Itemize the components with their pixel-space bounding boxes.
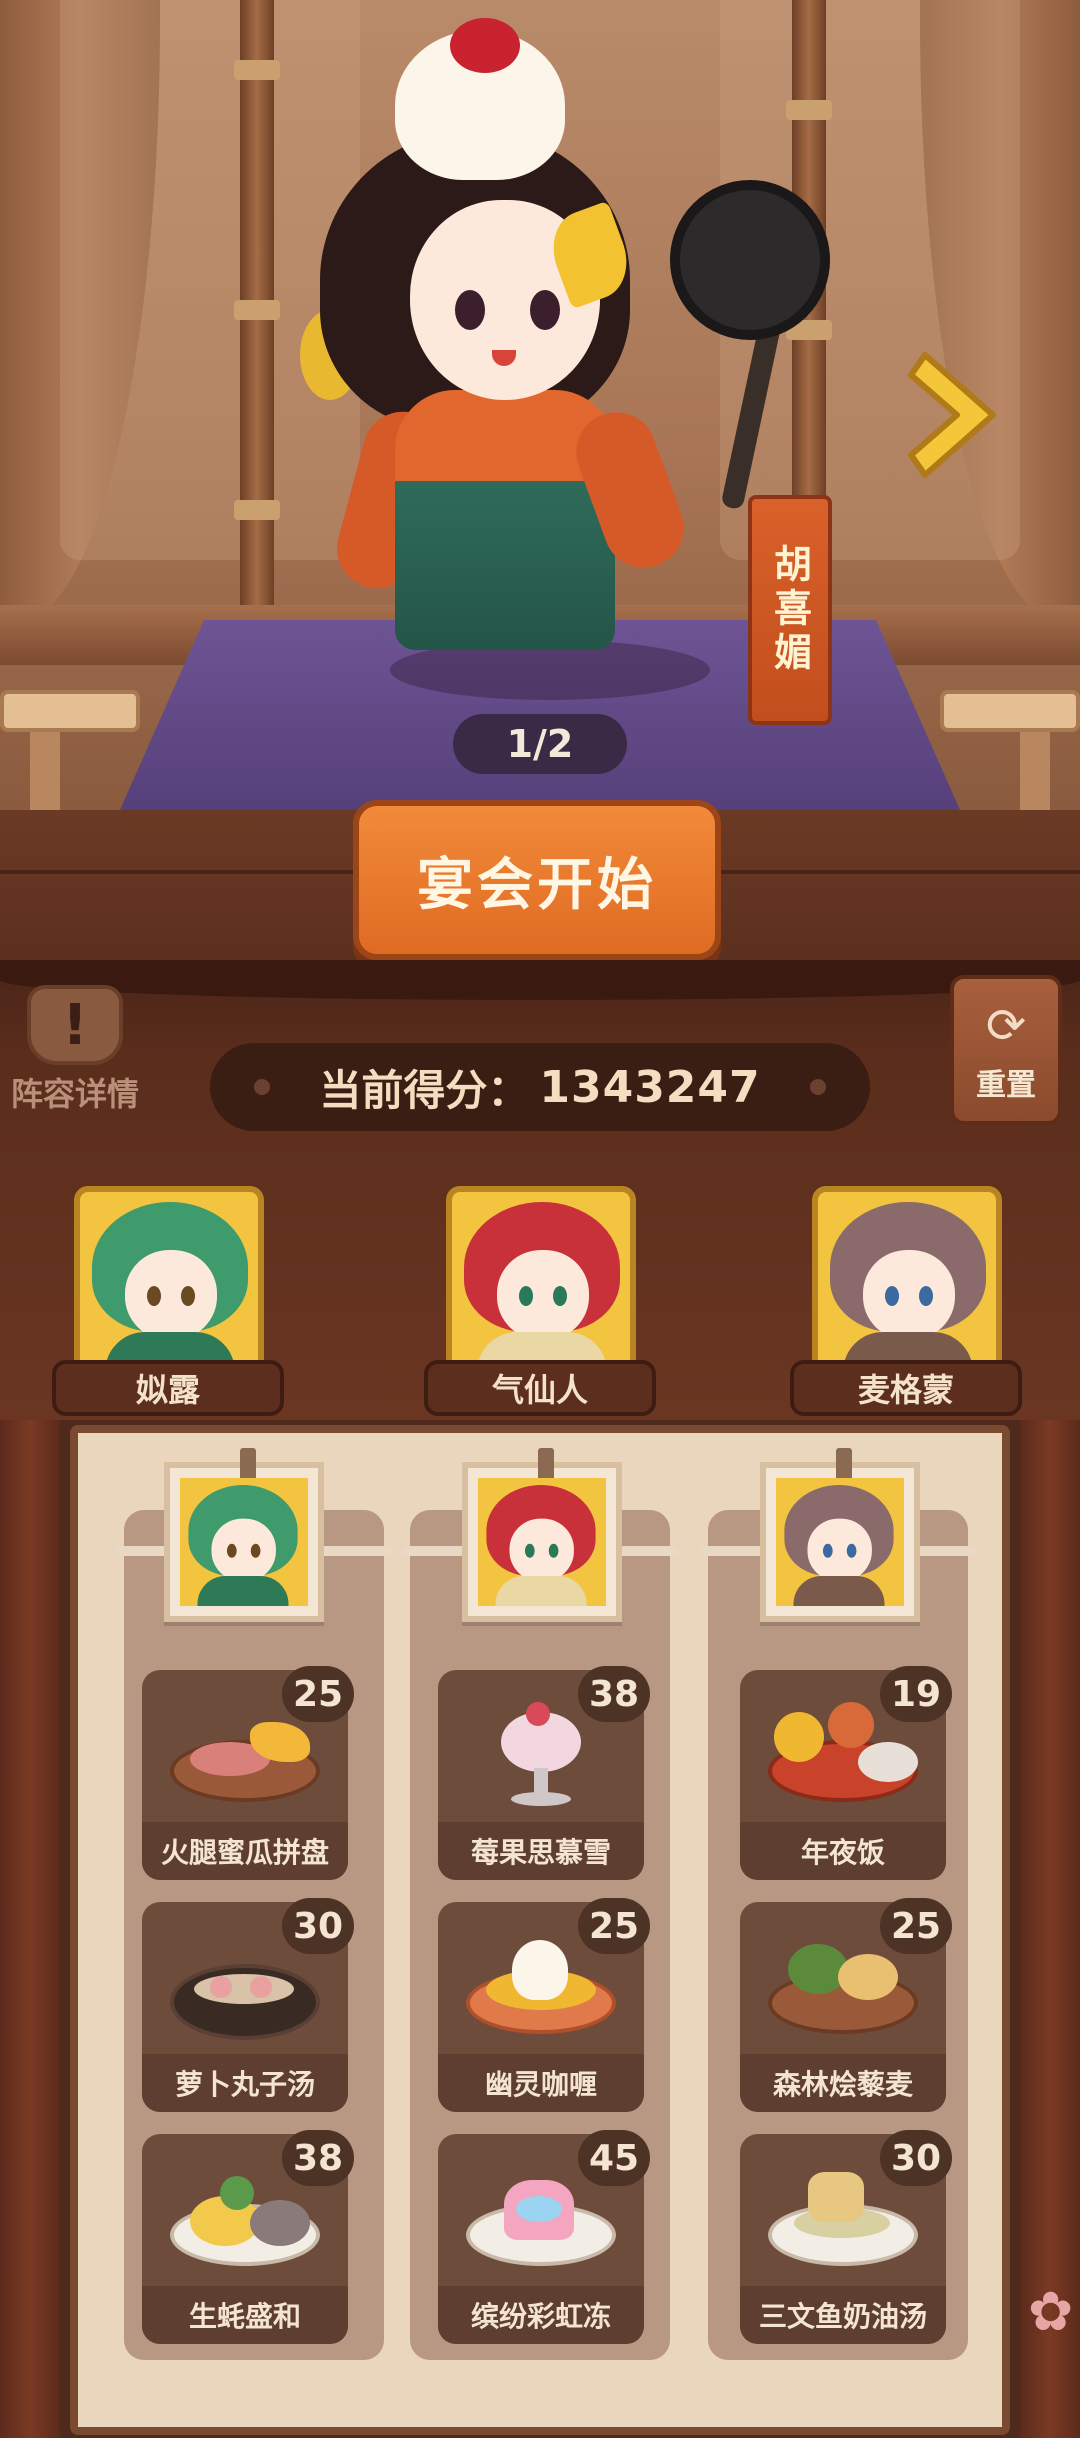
dish-count: 25 xyxy=(880,1898,952,1954)
team-lineup: 姒露 气仙人 麦格蒙 xyxy=(0,1180,1080,1420)
avatar xyxy=(74,1186,264,1376)
team-member[interactable]: 气仙人 xyxy=(424,1180,656,1420)
page-indicator: 1/2 xyxy=(453,714,627,774)
dish-card[interactable]: 38 生蚝盛和 xyxy=(142,2130,354,2344)
exclamation-icon: ! xyxy=(27,985,123,1065)
dish-card[interactable]: 19 年夜饭 xyxy=(740,1666,952,1880)
character-name-banner: 胡喜媚 xyxy=(748,495,832,725)
chicken-hat xyxy=(395,18,565,180)
start-banquet-button[interactable]: 宴会开始 xyxy=(353,800,721,960)
lineup-detail-label: 阵容详情 xyxy=(10,1075,139,1113)
refresh-icon: ⟳ xyxy=(985,998,1027,1054)
score-bar: 当前得分： 1343247 xyxy=(210,1043,870,1131)
avatar xyxy=(446,1186,636,1376)
dish-count: 25 xyxy=(282,1666,354,1722)
reset-label: 重置 xyxy=(976,1068,1036,1103)
dish-name: 萝卜丸子汤 xyxy=(142,2054,348,2112)
dish-name: 森林烩藜麦 xyxy=(740,2054,946,2112)
column-chef-portrait xyxy=(462,1448,622,1622)
dish-count: 25 xyxy=(578,1898,650,1954)
dish-name: 莓果思慕雪 xyxy=(438,1822,644,1880)
dish-name: 火腿蜜瓜拼盘 xyxy=(142,1822,348,1880)
next-character-button[interactable] xyxy=(905,345,1005,485)
bench-right xyxy=(940,690,1080,820)
bench-left xyxy=(0,690,140,820)
dish-name: 三文鱼奶油汤 xyxy=(740,2286,946,2344)
stage-pillar xyxy=(234,0,280,610)
frying-pan xyxy=(670,180,830,340)
dish-count: 19 xyxy=(880,1666,952,1722)
dish-count: 30 xyxy=(282,1898,354,1954)
dish-count: 45 xyxy=(578,2130,650,2186)
dish-card[interactable]: 30 三文鱼奶油汤 xyxy=(740,2130,952,2344)
dish-count: 38 xyxy=(282,2130,354,2186)
dish-card[interactable]: 25 幽灵咖喱 xyxy=(438,1898,650,2112)
team-member[interactable]: 麦格蒙 xyxy=(790,1180,1022,1420)
team-member-name: 姒露 xyxy=(52,1360,284,1416)
lineup-detail-button[interactable]: ! 阵容详情 xyxy=(0,985,150,1115)
score-value: 1343247 xyxy=(539,1061,761,1113)
dish-count: 38 xyxy=(578,1666,650,1722)
dish-name: 生蚝盛和 xyxy=(142,2286,348,2344)
dish-card[interactable]: 38 莓果思慕雪 xyxy=(438,1666,650,1880)
dish-name: 年夜饭 xyxy=(740,1822,946,1880)
character-figure[interactable] xyxy=(300,10,830,700)
dish-name: 幽灵咖喱 xyxy=(438,2054,644,2112)
dish-count: 30 xyxy=(880,2130,952,2186)
flower-icon: ✿ xyxy=(1028,2280,1074,2343)
dish-card[interactable]: 25 森林烩藜麦 xyxy=(740,1898,952,2112)
column-chef-portrait xyxy=(164,1448,324,1622)
dish-card[interactable]: 30 萝卜丸子汤 xyxy=(142,1898,354,2112)
team-member-name: 麦格蒙 xyxy=(790,1360,1022,1416)
dish-card[interactable]: 25 火腿蜜瓜拼盘 xyxy=(142,1666,354,1880)
avatar xyxy=(812,1186,1002,1376)
team-member-name: 气仙人 xyxy=(424,1360,656,1416)
team-member[interactable]: 姒露 xyxy=(52,1180,284,1420)
column-chef-portrait xyxy=(760,1448,920,1622)
score-label: 当前得分： xyxy=(319,1065,530,1115)
board-pillar-left xyxy=(0,1420,60,2438)
dish-card[interactable]: 45 缤纷彩虹冻 xyxy=(438,2130,650,2344)
dish-name: 缤纷彩虹冻 xyxy=(438,2286,644,2344)
reset-button[interactable]: ⟳ 重置 xyxy=(950,975,1062,1125)
chevron-right-icon xyxy=(908,352,996,478)
